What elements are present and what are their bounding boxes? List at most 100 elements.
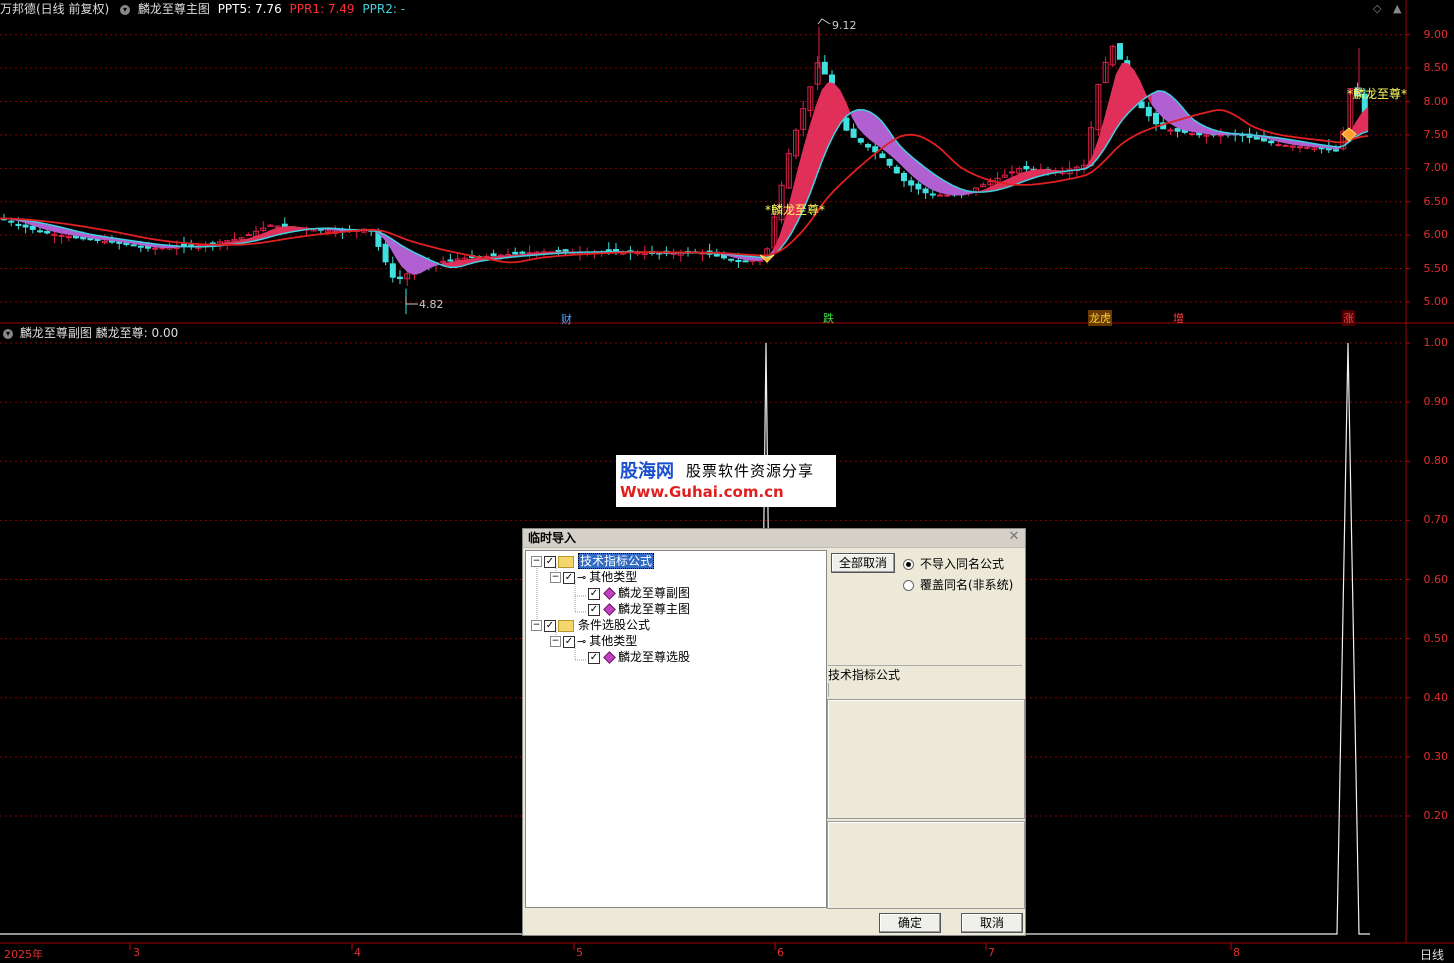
- candle-down: [390, 264, 395, 277]
- date-label-4: 4: [354, 946, 361, 959]
- candle-down: [88, 239, 93, 240]
- watermark-url: Www.Guhai.com.cn: [620, 483, 784, 501]
- collapse-icon[interactable]: −: [531, 620, 542, 631]
- event-marker-die[interactable]: 跌: [822, 310, 835, 326]
- formula-tree[interactable]: −✓技术指标公式 −✓⊸其他类型 ✓麟龙至尊副图 ✓麟龙至尊主图 −✓条件选股公…: [525, 550, 827, 908]
- radio-no-import-label: 不导入同名公式: [920, 557, 1004, 571]
- checkbox-checked[interactable]: ✓: [588, 652, 600, 664]
- tree-node-sub-chart[interactable]: ✓麟龙至尊副图: [586, 585, 690, 601]
- date-label-6: 6: [777, 946, 784, 959]
- ma-band: [402, 246, 408, 273]
- ma-band: [1164, 91, 1170, 123]
- signal-label-1: *麟龙至尊*: [765, 201, 825, 218]
- ma-band: [1152, 91, 1158, 113]
- candle-down: [23, 225, 28, 227]
- candle-down: [1319, 148, 1324, 149]
- ma-red-line: [0, 110, 1368, 263]
- candle-up: [59, 235, 64, 236]
- ma-band: [1134, 70, 1140, 107]
- candle-down: [491, 254, 496, 256]
- formula-icon: [603, 587, 616, 600]
- candle-down: [736, 260, 741, 261]
- candle-up: [1283, 145, 1288, 146]
- candle-down: [189, 245, 194, 246]
- collapse-icon[interactable]: −: [550, 636, 561, 647]
- candle-down: [1175, 129, 1180, 132]
- watermark-tagline: 股票软件资源分享: [686, 460, 814, 481]
- candle-up: [1168, 130, 1173, 131]
- candle-down: [866, 145, 871, 147]
- preview-panel: [827, 821, 1025, 909]
- candle-up: [1010, 172, 1015, 173]
- candle-down: [894, 167, 899, 173]
- checkbox-checked[interactable]: ✓: [544, 556, 556, 568]
- radio-dot-checked[interactable]: [903, 559, 914, 570]
- watermark-brand: 股海网: [620, 457, 674, 483]
- ma-band: [414, 252, 420, 274]
- ma-band: [858, 110, 864, 135]
- sub-tick-label: 0.60: [1410, 573, 1448, 586]
- close-icon[interactable]: ✕: [1007, 530, 1021, 544]
- sub-tick-label: 0.70: [1410, 513, 1448, 526]
- date-label-5: 5: [576, 946, 583, 959]
- tree-node-selector[interactable]: ✓麟龙至尊选股: [586, 649, 690, 665]
- tree-node-main-chart[interactable]: ✓麟龙至尊主图: [586, 601, 690, 617]
- collapse-icon[interactable]: −: [531, 556, 542, 567]
- candle-down: [887, 159, 892, 165]
- checkbox-checked[interactable]: ✓: [544, 620, 556, 632]
- sub-chart-header: ▾ 麟龙至尊副图 麟龙至尊: 0.00: [0, 325, 178, 341]
- collapse-icon[interactable]: −: [550, 572, 561, 583]
- candle-down: [743, 261, 748, 262]
- candle-down: [858, 139, 863, 142]
- tree-node-stock-selection[interactable]: −✓条件选股公式: [531, 617, 650, 633]
- sub-tick-label: 0.40: [1410, 691, 1448, 704]
- checkbox-checked[interactable]: ✓: [588, 588, 600, 600]
- sub-tick-label: 0.80: [1410, 454, 1448, 467]
- cancel-button[interactable]: 取消: [961, 913, 1023, 933]
- folder-icon: [558, 556, 574, 568]
- ok-button[interactable]: 确定: [879, 913, 941, 933]
- period-label[interactable]: 日线: [1420, 946, 1444, 963]
- candle-up: [938, 195, 943, 196]
- sub-indicator-menu-icon[interactable]: ▾: [3, 329, 13, 339]
- ma-band: [852, 110, 858, 128]
- radio-overwrite[interactable]: 覆盖同名(非系统): [903, 576, 1013, 593]
- radio-no-import[interactable]: 不导入同名公式: [903, 555, 1004, 572]
- event-marker-longhu[interactable]: 龙虎: [1088, 310, 1112, 326]
- candle-up: [441, 261, 446, 262]
- candle-down: [902, 173, 907, 180]
- radio-overwrite-label: 覆盖同名(非系统): [920, 578, 1013, 592]
- tree-node-other-type-2[interactable]: −✓⊸其他类型: [550, 633, 637, 649]
- candle-down: [1269, 141, 1274, 143]
- candle-down: [1118, 44, 1123, 60]
- event-marker-cai[interactable]: 财: [559, 310, 574, 328]
- sub-indicator-name[interactable]: 麟龙至尊副图: [20, 326, 92, 340]
- candle-down: [398, 277, 403, 278]
- dialog-title: 临时导入: [523, 529, 1025, 548]
- ma-band: [870, 112, 876, 144]
- event-marker-zeng[interactable]: 增: [1172, 310, 1185, 326]
- candle-down: [131, 245, 136, 246]
- candle-down: [916, 184, 921, 189]
- candle-down: [844, 118, 849, 130]
- tree-node-label: 技术指标公式: [578, 553, 654, 569]
- deselect-all-button[interactable]: 全部取消: [831, 553, 895, 573]
- candle-down: [38, 231, 43, 232]
- candle-down: [729, 259, 734, 260]
- candle-down: [880, 154, 885, 158]
- event-marker-zhang[interactable]: 涨: [1342, 310, 1355, 326]
- tree-node-tech-indicators[interactable]: −✓ 技术指标公式: [531, 553, 654, 569]
- checkbox-checked[interactable]: ✓: [563, 636, 575, 648]
- candle-down: [822, 62, 827, 74]
- radio-dot[interactable]: [903, 580, 914, 591]
- checkbox-checked[interactable]: ✓: [563, 572, 575, 584]
- candle-up: [1298, 147, 1303, 148]
- candle-down: [1024, 167, 1029, 169]
- low-price-label: 4.82: [419, 298, 444, 311]
- price-tick-label: 5.50: [1410, 262, 1448, 275]
- sub-tick-label: 0.30: [1410, 750, 1448, 763]
- tree-node-other-type-1[interactable]: −✓⊸其他类型: [550, 569, 637, 585]
- price-tick-label: 7.00: [1410, 161, 1448, 174]
- date-label-2025: 2025年: [4, 946, 43, 962]
- checkbox-checked[interactable]: ✓: [588, 604, 600, 616]
